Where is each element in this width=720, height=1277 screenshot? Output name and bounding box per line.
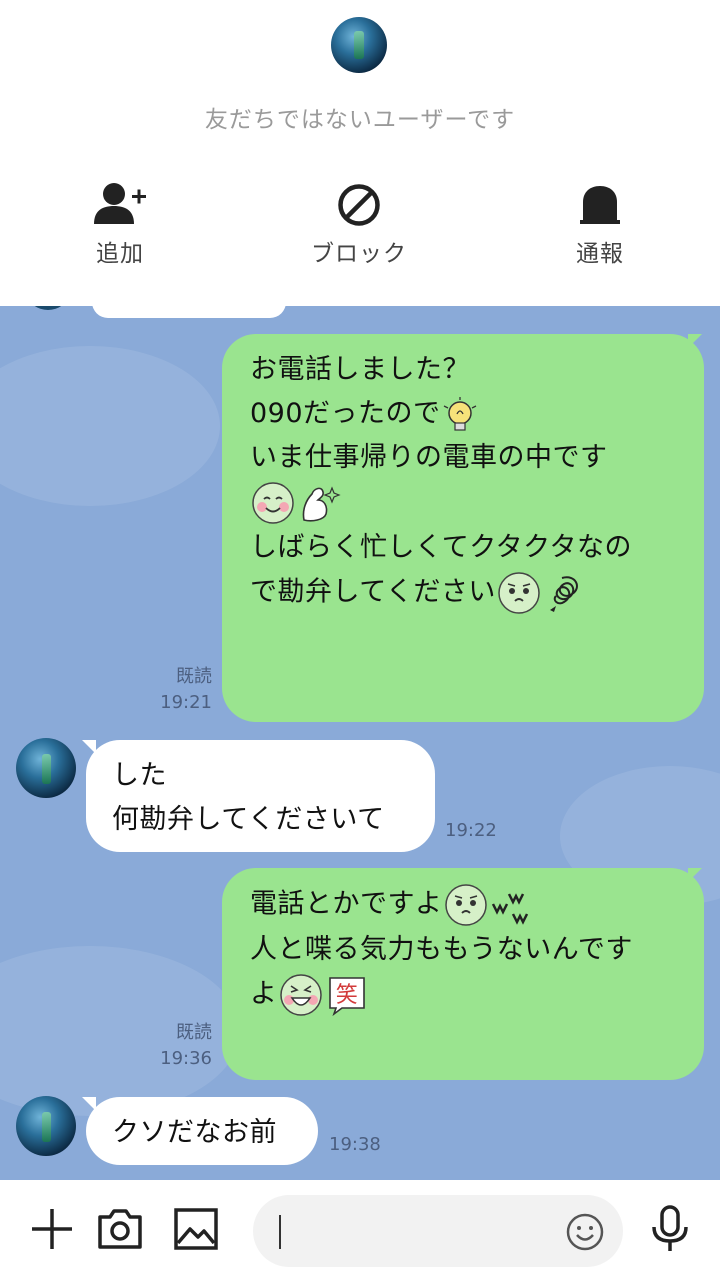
lightbulb-emoji-icon <box>443 396 476 431</box>
message-text: 電話とかですよ <box>250 888 443 920</box>
message-line: しばらく忙しくてクタクタなの <box>250 532 633 563</box>
bubble-tail <box>82 1097 96 1111</box>
message-line: いま仕事帰りの電車の中です <box>250 442 608 473</box>
message-line <box>250 480 684 526</box>
message-line: 電話とかですよ <box>250 882 684 928</box>
worried-face-emoji-icon <box>444 884 487 926</box>
camera-icon[interactable] <box>94 1203 146 1255</box>
block-button[interactable]: ブロック <box>289 180 429 268</box>
message-meta: 既読 19:36 <box>150 1020 212 1072</box>
text-caret <box>279 1215 281 1249</box>
laugh-char: 笑 <box>335 983 358 1008</box>
read-receipt: 既読 <box>176 666 212 687</box>
message-text: で勘弁してください <box>250 576 496 608</box>
message-line: 何勘弁してくださいて <box>112 804 385 835</box>
contact-avatar[interactable] <box>331 17 387 73</box>
message-time: 19:36 <box>160 1048 212 1069</box>
plus-icon[interactable] <box>26 1203 78 1255</box>
add-friend-icon <box>94 183 146 224</box>
image-icon[interactable] <box>170 1203 222 1255</box>
non-friend-header: 友だちではないユーザーです 追加 ブロック 通報 <box>0 0 720 306</box>
message-line: で勘弁してください <box>250 570 684 616</box>
www-laugh-emoji-icon <box>491 893 528 925</box>
previous-message-bubble[interactable] <box>92 306 286 318</box>
my-message-bubble[interactable]: 電話とかですよ 人と喋る気力ももうないんです よ笑 <box>222 868 704 1080</box>
message-time: 19:21 <box>160 692 212 713</box>
my-message-bubble[interactable]: お電話しました？ 090だったので いま仕事帰りの電車の中です しばらく忙しくて… <box>222 334 704 722</box>
sender-avatar[interactable] <box>16 738 76 798</box>
sender-avatar[interactable] <box>16 1096 76 1156</box>
other-message-bubble[interactable]: クソだなお前 <box>86 1097 318 1165</box>
microphone-icon[interactable] <box>644 1203 696 1255</box>
message-line: お電話しました？ <box>250 354 470 385</box>
message-meta: 既読 19:21 <box>150 664 212 716</box>
emoji-icon[interactable] <box>564 1211 606 1253</box>
non-friend-notice: 友だちではないユーザーです <box>204 107 516 133</box>
block-icon <box>338 184 380 226</box>
background-cloud <box>0 346 220 506</box>
message-time: 19:38 <box>329 1134 381 1155</box>
chat-area[interactable]: 既読 19:21 お電話しました？ 090だったので いま仕事帰りの電車の中です… <box>0 306 720 1180</box>
block-label: ブロック <box>311 241 407 267</box>
report-button[interactable]: 通報 <box>530 180 670 268</box>
report-label: 通報 <box>576 241 624 267</box>
bubble-tail <box>82 740 96 754</box>
message-line: よ笑 <box>250 972 684 1018</box>
report-icon <box>580 186 620 224</box>
other-message-bubble[interactable]: した 何勘弁してくださいて <box>86 740 435 852</box>
flexing-arm-emoji-icon <box>302 486 341 522</box>
add-friend-button[interactable]: 追加 <box>50 180 190 268</box>
message-text: よ <box>250 978 278 1010</box>
message-line: した <box>112 760 167 791</box>
message-line: 090だったので <box>250 392 684 436</box>
scribble-emoji-icon <box>549 576 578 612</box>
message-time: 19:22 <box>445 820 497 841</box>
bubble-tail <box>688 334 702 348</box>
laugh-kanji-emoji-icon: 笑 <box>328 977 365 1017</box>
message-line: クソだなお前 <box>112 1117 277 1148</box>
previous-message-avatar <box>28 306 68 310</box>
bubble-tail <box>688 868 702 882</box>
worried-face-emoji-icon <box>498 572 540 614</box>
message-toolbar <box>0 1180 720 1277</box>
message-line: 人と喋る気力ももうないんです <box>250 934 633 965</box>
read-receipt: 既読 <box>176 1022 212 1043</box>
message-input[interactable] <box>253 1195 623 1267</box>
smiling-face-emoji-icon <box>252 482 294 524</box>
add-friend-label: 追加 <box>96 241 144 267</box>
grinning-face-emoji-icon <box>279 974 322 1016</box>
message-text: 090だったので <box>250 398 441 429</box>
